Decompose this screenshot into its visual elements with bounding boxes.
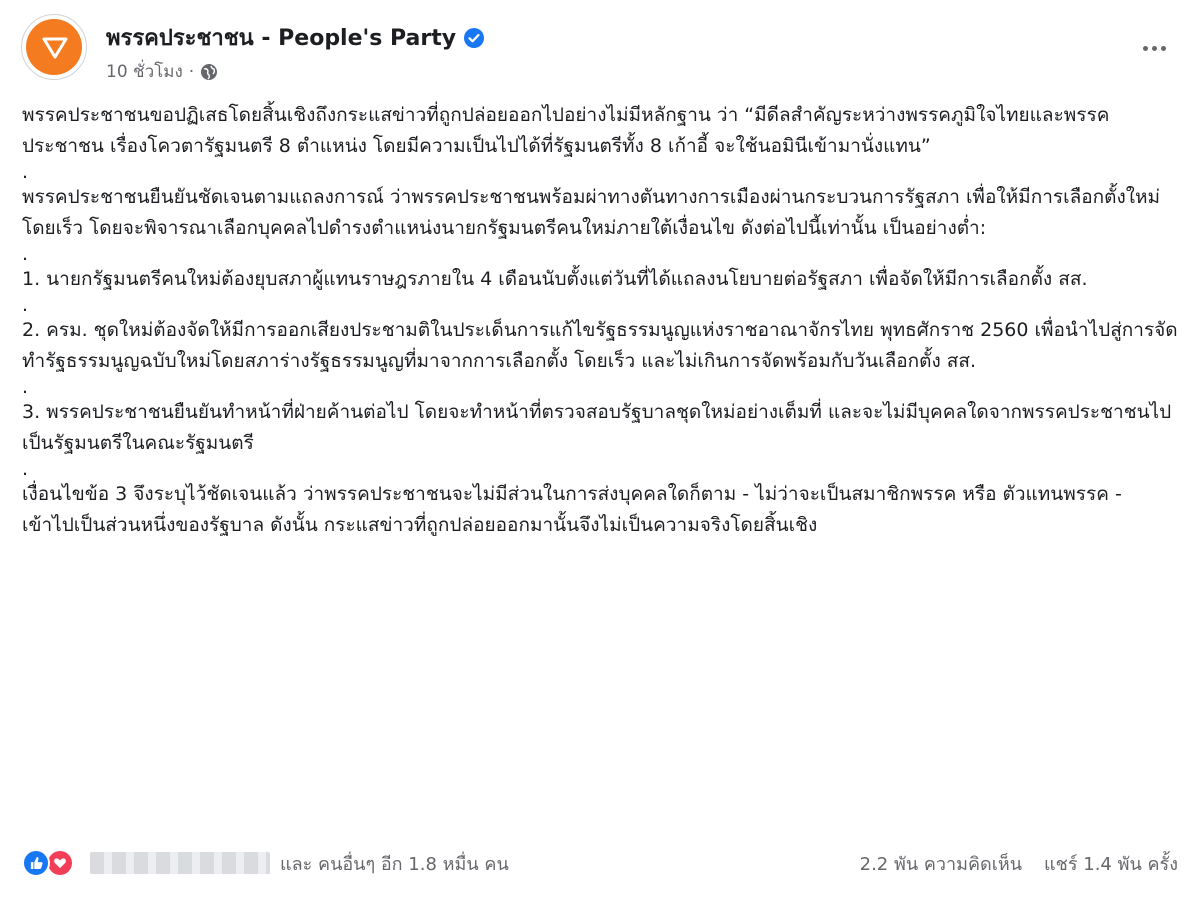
paragraph-separator: . bbox=[22, 458, 29, 480]
love-reaction-icon bbox=[46, 849, 74, 877]
post-paragraph: 3. พรรคประชาชนยืนยันทำหน้าที่ฝ่ายค้านต่อ… bbox=[22, 401, 1172, 454]
post-header: พรรคประชาชน - People's Party 10 ชั่วโมง … bbox=[18, 14, 1182, 86]
comments-count-link[interactable]: 2.2 พัน ความคิดเห็น bbox=[860, 849, 1022, 878]
more-dot bbox=[1151, 45, 1157, 51]
post-body: พรรคประชาชนขอปฏิเสธโดยสิ้นเชิงถึงกระแสข่… bbox=[22, 100, 1178, 541]
like-reaction-icon bbox=[22, 849, 50, 877]
post-paragraph: 2. ครม. ชุดใหม่ต้องจัดให้มีการออกเสียงปร… bbox=[22, 319, 1178, 372]
page-name-row: พรรคประชาชน - People's Party bbox=[106, 20, 485, 55]
page-name-link[interactable]: พรรคประชาชน - People's Party bbox=[106, 20, 456, 55]
post-timestamp[interactable]: 10 ชั่วโมง bbox=[106, 58, 183, 85]
reactions-summary[interactable]: และ คนอื่นๆ อีก 1.8 หมื่น คน bbox=[22, 848, 509, 878]
meta-separator: · bbox=[188, 61, 195, 82]
post-paragraph: พรรคประชาชนยืนยันชัดเจนตามแถลงการณ์ ว่าพ… bbox=[22, 186, 1161, 239]
reaction-icons bbox=[22, 848, 80, 878]
more-dot bbox=[1160, 45, 1166, 51]
post-footer: และ คนอื่นๆ อีก 1.8 หมื่น คน 2.2 พัน ควา… bbox=[22, 846, 1178, 880]
verified-badge-icon bbox=[464, 27, 485, 48]
party-logo-icon bbox=[42, 37, 68, 59]
globe-icon[interactable] bbox=[200, 63, 218, 81]
paragraph-separator: . bbox=[22, 243, 29, 265]
shares-count-link[interactable]: แชร์ 1.4 พัน ครั้ง bbox=[1044, 849, 1178, 878]
post-paragraph: เงื่อนไขข้อ 3 จึงระบุไว้ชัดเจนแล้ว ว่าพร… bbox=[22, 483, 1122, 536]
more-dot bbox=[1142, 45, 1148, 51]
blurred-reactor-names bbox=[90, 852, 270, 874]
page-avatar[interactable] bbox=[21, 14, 87, 80]
paragraph-separator: . bbox=[22, 294, 29, 316]
engagement-stats: 2.2 พัน ความคิดเห็น แชร์ 1.4 พัน ครั้ง bbox=[860, 849, 1178, 878]
paragraph-separator: . bbox=[22, 376, 29, 398]
more-options-button[interactable] bbox=[1134, 34, 1174, 62]
post-meta: 10 ชั่วโมง · bbox=[106, 58, 218, 85]
paragraph-separator: . bbox=[22, 161, 29, 183]
post-paragraph: พรรคประชาชนขอปฏิเสธโดยสิ้นเชิงถึงกระแสข่… bbox=[22, 104, 1110, 157]
reactions-text: และ คนอื่นๆ อีก 1.8 หมื่น คน bbox=[280, 853, 509, 875]
post-paragraph: 1. นายกรัฐมนตรีคนใหม่ต้องยุบสภาผู้แทนราษ… bbox=[22, 268, 1088, 290]
